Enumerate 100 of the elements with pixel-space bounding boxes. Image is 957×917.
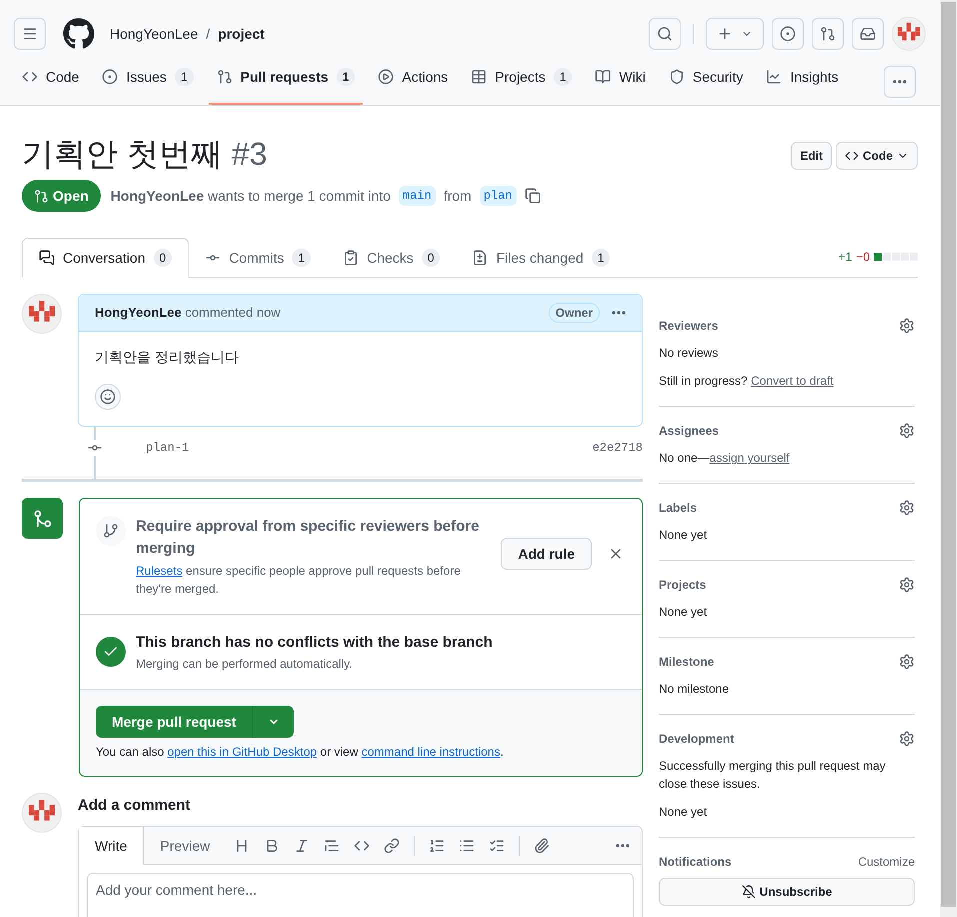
bell-slash-icon bbox=[742, 885, 756, 899]
repo-tab[interactable]: Security bbox=[660, 59, 752, 105]
command-line-link[interactable]: command line instructions bbox=[362, 745, 500, 759]
more-button[interactable] bbox=[884, 66, 916, 98]
copy-icon[interactable] bbox=[524, 188, 541, 204]
counter: 0 bbox=[154, 249, 172, 267]
more-icon[interactable] bbox=[616, 844, 630, 848]
rulesets-link[interactable]: Rulesets bbox=[136, 564, 183, 578]
search-icon bbox=[657, 26, 673, 42]
sidebar-heading: Milestone bbox=[659, 654, 714, 670]
pr-tab[interactable]: Checks 0 bbox=[327, 238, 456, 278]
counter: 1 bbox=[336, 68, 356, 86]
editor-tab[interactable]: Preview bbox=[144, 826, 226, 865]
repo-tab[interactable]: Code bbox=[14, 59, 88, 105]
bulleted-list-icon[interactable] bbox=[459, 838, 476, 854]
open-state-label: Open bbox=[22, 180, 101, 212]
code-button[interactable]: Code bbox=[836, 142, 918, 170]
commit-sha: e2e2718 bbox=[592, 440, 643, 456]
merge-help-text: You can also open this in GitHub Desktop or view command line instructions. bbox=[96, 744, 505, 760]
comment-body: 기획안을 정리했습니다 bbox=[95, 348, 240, 367]
avatar-icon bbox=[22, 294, 62, 334]
avatar-icon bbox=[892, 17, 926, 51]
sidebar-text: Still in progress? Convert to draft bbox=[659, 373, 835, 390]
scrollbar[interactable] bbox=[940, 0, 957, 917]
pr-tab[interactable]: Commits 1 bbox=[189, 238, 328, 278]
customize-link[interactable]: Customize bbox=[858, 854, 915, 870]
gear-icon[interactable] bbox=[899, 318, 915, 334]
repo-owner-link[interactable]: HongYeonLee bbox=[110, 24, 198, 44]
pull-request-icon bbox=[820, 26, 836, 42]
editor-tab[interactable]: Write bbox=[79, 827, 144, 866]
sidebar-heading: Labels bbox=[659, 500, 698, 516]
pr-tab[interactable]: Conversation 0 bbox=[22, 238, 190, 278]
italic-icon[interactable] bbox=[294, 838, 310, 854]
sidebar-heading: Projects bbox=[659, 577, 706, 593]
repo-tab[interactable]: Projects 1 bbox=[463, 59, 580, 105]
merge-status-title: This branch has no conflicts with the base branch bbox=[136, 633, 493, 654]
repo-tab[interactable]: Actions bbox=[370, 59, 456, 105]
merge-summary: HongYeonLee wants to merge 1 commit into bbox=[110, 187, 391, 206]
menu-button[interactable] bbox=[14, 18, 46, 50]
circle-dot-icon bbox=[102, 69, 118, 85]
book-icon bbox=[595, 69, 612, 85]
shield-icon bbox=[668, 69, 685, 85]
logo-icon bbox=[63, 18, 95, 50]
task-list-icon[interactable] bbox=[489, 838, 506, 854]
additions-count: +1 bbox=[838, 249, 852, 265]
merge-button[interactable]: Merge pull request bbox=[96, 706, 254, 738]
paperclip-icon[interactable] bbox=[534, 838, 550, 854]
repo-tab[interactable]: Pull requests 1 bbox=[208, 59, 364, 105]
rule-description: Rulesets ensure specific people approve pull requests before they're merged. bbox=[136, 563, 462, 598]
commit-message: plan-1 bbox=[146, 440, 190, 456]
sidebar-text: No one—assign yourself bbox=[659, 450, 791, 467]
unsubscribe-button[interactable]: Unsubscribe bbox=[659, 878, 915, 906]
gear-icon[interactable] bbox=[899, 577, 915, 593]
pull-request-icon bbox=[216, 69, 233, 85]
gear-icon[interactable] bbox=[899, 500, 915, 516]
more-icon[interactable] bbox=[612, 311, 626, 315]
menu-icon bbox=[22, 26, 38, 42]
pr-title: 기획안 첫번째 #3 bbox=[22, 135, 268, 174]
repo-tab[interactable]: Wiki bbox=[587, 59, 654, 105]
edit-button[interactable]: Edit bbox=[791, 142, 832, 170]
reaction-button[interactable] bbox=[95, 384, 121, 410]
owner-label: Owner bbox=[548, 303, 600, 323]
sidebar-link[interactable]: assign yourself bbox=[710, 451, 790, 465]
pr-tab[interactable]: Files changed 1 bbox=[456, 238, 626, 278]
comment-meta: HongYeonLee commented now bbox=[95, 304, 281, 322]
add-comment-heading: Add a comment bbox=[78, 796, 192, 816]
sidebar-text: None yet bbox=[659, 804, 708, 821]
smiley-icon bbox=[100, 389, 116, 405]
search-button[interactable] bbox=[649, 18, 681, 50]
inbox-button[interactable] bbox=[852, 18, 884, 50]
counter: 1 bbox=[174, 68, 194, 86]
path-separator: / bbox=[206, 25, 210, 44]
comment-field[interactable]: Add your comment here... bbox=[87, 873, 634, 917]
branch-icon bbox=[103, 523, 119, 539]
sidebar-text: No reviews bbox=[659, 345, 720, 362]
repo-tab[interactable]: Insights bbox=[758, 59, 847, 105]
repo-tab[interactable]: Issues 1 bbox=[94, 59, 202, 105]
repo-name-link[interactable]: project bbox=[218, 24, 265, 44]
gear-icon[interactable] bbox=[899, 423, 915, 439]
graph-icon bbox=[766, 69, 782, 85]
branch-label: plan bbox=[480, 186, 517, 206]
sidebar-text: No milestone bbox=[659, 681, 730, 698]
table-icon bbox=[471, 69, 488, 85]
ellipsis-icon bbox=[893, 80, 907, 84]
pull-requests-button[interactable] bbox=[812, 18, 844, 50]
merge-options-button[interactable] bbox=[253, 706, 294, 738]
link-icon[interactable] bbox=[384, 838, 400, 854]
github-desktop-link[interactable]: open this in GitHub Desktop bbox=[168, 745, 318, 759]
quote-icon[interactable] bbox=[324, 838, 340, 854]
sidebar-link[interactable]: Convert to draft bbox=[751, 374, 834, 388]
add-rule-button[interactable]: Add rule bbox=[501, 538, 592, 570]
avatar-icon bbox=[22, 793, 62, 833]
numbered-list-icon[interactable] bbox=[429, 838, 446, 854]
branch-label: main bbox=[398, 186, 436, 206]
gear-icon[interactable] bbox=[899, 731, 915, 747]
counter: 1 bbox=[592, 249, 610, 267]
issues-button[interactable] bbox=[772, 18, 804, 50]
counter: 1 bbox=[554, 68, 572, 86]
sidebar-heading: Assignees bbox=[659, 423, 720, 439]
gear-icon[interactable] bbox=[899, 654, 915, 670]
